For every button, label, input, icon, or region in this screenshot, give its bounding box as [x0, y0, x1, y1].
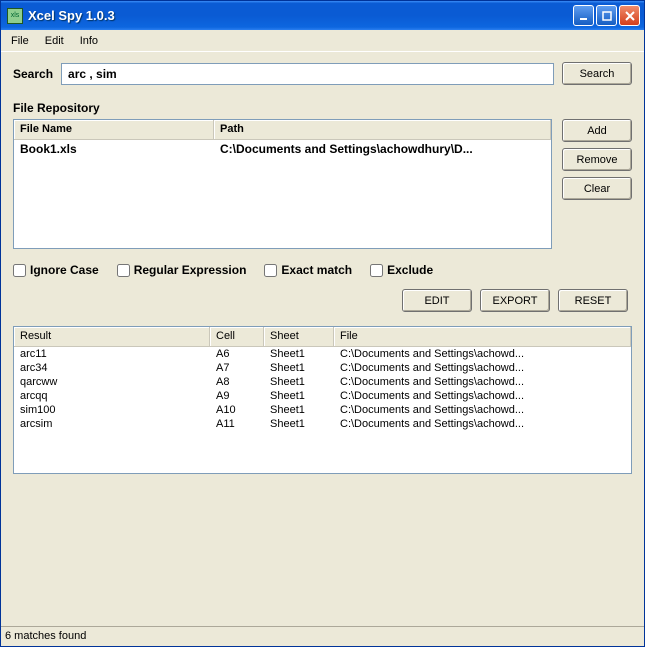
results-cell-cell: A10 — [210, 403, 264, 417]
results-cell-file: C:\Documents and Settings\achowd... — [334, 347, 631, 361]
app-window: xls Xcel Spy 1.0.3 File Edit Info Search… — [0, 0, 645, 647]
results-cell-cell: A11 — [210, 417, 264, 431]
results-row[interactable]: arcqqA9Sheet1C:\Documents and Settings\a… — [14, 389, 631, 403]
repo-body[interactable]: Book1.xlsC:\Documents and Settings\achow… — [14, 140, 551, 248]
maximize-button[interactable] — [596, 5, 617, 26]
results-cell-file: C:\Documents and Settings\achowd... — [334, 375, 631, 389]
repo-col-path[interactable]: Path — [214, 120, 551, 139]
results-cell-sheet: Sheet1 — [264, 375, 334, 389]
export-button[interactable]: EXPORT — [480, 289, 550, 312]
regex-option[interactable]: Regular Expression — [117, 263, 247, 277]
repo-row[interactable]: Book1.xlsC:\Documents and Settings\achow… — [14, 140, 551, 158]
exact-match-option[interactable]: Exact match — [264, 263, 352, 277]
results-cell-cell: A8 — [210, 375, 264, 389]
results-cell-result: sim100 — [14, 403, 210, 417]
results-col-file[interactable]: File — [334, 327, 631, 346]
titlebar[interactable]: xls Xcel Spy 1.0.3 — [1, 0, 644, 30]
results-cell-cell: A7 — [210, 361, 264, 375]
file-repository-title: File Repository — [13, 101, 632, 115]
window-title: Xcel Spy 1.0.3 — [28, 8, 573, 23]
results-row[interactable]: arc11A6Sheet1C:\Documents and Settings\a… — [14, 347, 631, 361]
status-text: 6 matches found — [5, 630, 86, 642]
exclude-label: Exclude — [387, 263, 433, 277]
menu-file[interactable]: File — [3, 32, 37, 50]
results-cell-sheet: Sheet1 — [264, 361, 334, 375]
exclude-option[interactable]: Exclude — [370, 263, 433, 277]
results-cell-result: arcsim — [14, 417, 210, 431]
search-input[interactable] — [61, 63, 554, 85]
repo-header: File Name Path — [14, 120, 551, 140]
regex-checkbox[interactable] — [117, 264, 130, 277]
window-controls — [573, 5, 640, 26]
status-bar: 6 matches found — [1, 626, 644, 646]
edit-button[interactable]: EDIT — [402, 289, 472, 312]
search-button[interactable]: Search — [562, 62, 632, 85]
minimize-button[interactable] — [573, 5, 594, 26]
repo-buttons: Add Remove Clear — [562, 119, 632, 249]
results-col-cell[interactable]: Cell — [210, 327, 264, 346]
menubar: File Edit Info — [1, 30, 644, 52]
results-cell-file: C:\Documents and Settings\achowd... — [334, 389, 631, 403]
results-cell-file: C:\Documents and Settings\achowd... — [334, 361, 631, 375]
add-button[interactable]: Add — [562, 119, 632, 142]
results-cell-sheet: Sheet1 — [264, 389, 334, 403]
exact-match-checkbox[interactable] — [264, 264, 277, 277]
results-cell-cell: A9 — [210, 389, 264, 403]
results-row[interactable]: sim100A10Sheet1C:\Documents and Settings… — [14, 403, 631, 417]
ignore-case-label: Ignore Case — [30, 263, 99, 277]
repo-cell-filename: Book1.xls — [14, 140, 214, 158]
results-row[interactable]: arcsimA11Sheet1C:\Documents and Settings… — [14, 417, 631, 431]
results-row[interactable]: arc34A7Sheet1C:\Documents and Settings\a… — [14, 361, 631, 375]
regex-label: Regular Expression — [134, 263, 247, 277]
repo-cell-path: C:\Documents and Settings\achowdhury\D..… — [214, 140, 551, 158]
file-repository-table[interactable]: File Name Path Book1.xlsC:\Documents and… — [13, 119, 552, 249]
results-col-sheet[interactable]: Sheet — [264, 327, 334, 346]
file-repository: File Name Path Book1.xlsC:\Documents and… — [13, 119, 632, 249]
results-cell-cell: A6 — [210, 347, 264, 361]
app-icon: xls — [7, 8, 23, 24]
options-row: Ignore Case Regular Expression Exact mat… — [13, 263, 632, 277]
results-row[interactable]: qarcwwA8Sheet1C:\Documents and Settings\… — [14, 375, 631, 389]
search-row: Search Search — [13, 62, 632, 85]
content-area: Search Search File Repository File Name … — [1, 52, 644, 626]
results-table[interactable]: Result Cell Sheet File arc11A6Sheet1C:\D… — [13, 326, 632, 474]
menu-edit[interactable]: Edit — [37, 32, 72, 50]
results-body[interactable]: arc11A6Sheet1C:\Documents and Settings\a… — [14, 347, 631, 473]
results-cell-file: C:\Documents and Settings\achowd... — [334, 417, 631, 431]
close-button[interactable] — [619, 5, 640, 26]
results-cell-sheet: Sheet1 — [264, 347, 334, 361]
results-col-result[interactable]: Result — [14, 327, 210, 346]
search-label: Search — [13, 67, 53, 81]
results-header: Result Cell Sheet File — [14, 327, 631, 347]
results-cell-result: arc34 — [14, 361, 210, 375]
exclude-checkbox[interactable] — [370, 264, 383, 277]
menu-info[interactable]: Info — [72, 32, 106, 50]
clear-button[interactable]: Clear — [562, 177, 632, 200]
results-cell-result: arcqq — [14, 389, 210, 403]
results-cell-file: C:\Documents and Settings\achowd... — [334, 403, 631, 417]
results-cell-result: arc11 — [14, 347, 210, 361]
results-cell-result: qarcww — [14, 375, 210, 389]
ignore-case-option[interactable]: Ignore Case — [13, 263, 99, 277]
reset-button[interactable]: RESET — [558, 289, 628, 312]
ignore-case-checkbox[interactable] — [13, 264, 26, 277]
exact-match-label: Exact match — [281, 263, 352, 277]
results-cell-sheet: Sheet1 — [264, 403, 334, 417]
action-row: EDIT EXPORT RESET — [13, 289, 632, 312]
repo-col-filename[interactable]: File Name — [14, 120, 214, 139]
remove-button[interactable]: Remove — [562, 148, 632, 171]
results-cell-sheet: Sheet1 — [264, 417, 334, 431]
